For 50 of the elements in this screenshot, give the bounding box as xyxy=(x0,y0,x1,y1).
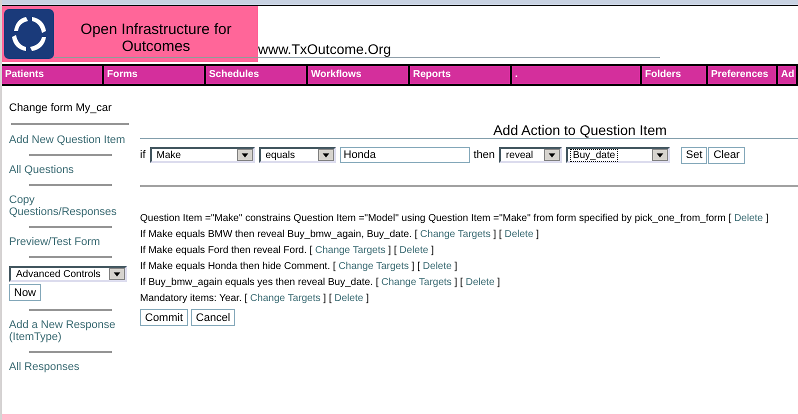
form-button[interactable]: Commit xyxy=(140,309,188,326)
nav-tab[interactable]: Reports xyxy=(410,66,510,84)
then-label: then xyxy=(474,149,495,161)
rule-link[interactable]: Delete xyxy=(422,261,452,272)
form-button[interactable]: Cancel xyxy=(190,309,236,326)
site-title: Open Infrastructure for Outcomes xyxy=(54,20,258,58)
rule-text: If Make equals Honda then hide Comment. [ Change Targets ] [ Delete ] xyxy=(140,260,458,274)
rule-link[interactable]: Delete xyxy=(466,277,494,288)
sidebar-link[interactable]: Add New Question Item xyxy=(9,134,132,146)
form-heading: Change form My_car xyxy=(9,102,113,114)
rule-link[interactable]: Change Targets xyxy=(315,245,386,256)
sidebar-link[interactable]: Preview/Test Form xyxy=(9,236,132,248)
rule-link[interactable]: Delete xyxy=(334,293,364,304)
nav-tab[interactable]: Ad xyxy=(778,66,796,84)
rule-link[interactable]: Change Targets xyxy=(338,261,409,272)
dropdown[interactable]: Make xyxy=(150,147,254,163)
action-button[interactable]: Clear xyxy=(708,146,745,164)
nav-tab[interactable]: Forms xyxy=(104,66,204,84)
nav-tab[interactable]: Workflows xyxy=(308,66,408,84)
now-button[interactable]: Now xyxy=(9,284,42,301)
rule-link[interactable]: Delete xyxy=(399,245,428,256)
dropdown[interactable]: equals xyxy=(258,147,336,163)
if-label: if xyxy=(140,149,146,161)
rule-link[interactable]: Change Targets xyxy=(250,293,320,304)
dropdown[interactable]: reveal xyxy=(498,147,562,163)
nav-tab[interactable]: . xyxy=(512,66,640,84)
value-input[interactable]: Honda xyxy=(340,147,470,163)
nav-tab[interactable]: Preferences xyxy=(708,66,776,84)
rule-link[interactable]: Delete xyxy=(734,213,763,224)
rule-link[interactable]: Delete xyxy=(504,229,534,240)
dropdown[interactable]: Buy_date xyxy=(566,147,670,163)
rule-text: Question Item ="Make" constrains Question Item ="Model" using Question Item ="Make" from form specified by pick_one_from_form [ Delete ] xyxy=(140,212,770,226)
section-title: Add Action to Question Item xyxy=(492,122,668,138)
sidebar-link[interactable]: Add a New Response (ItemType) xyxy=(9,319,132,343)
dropdown[interactable]: Advanced Controls xyxy=(9,266,127,282)
sidebar-link[interactable]: All Questions xyxy=(9,164,132,176)
nav-tab[interactable]: Folders xyxy=(642,66,706,84)
site-url: www.TxOutcome.Org xyxy=(258,41,660,58)
logo-icon xyxy=(4,9,54,59)
sidebar-link[interactable]: All Responses xyxy=(9,361,132,373)
rule-link[interactable]: Change Targets xyxy=(381,277,452,288)
rule-text: If Make equals BMW then reveal Buy_bmw_again, Buy_date. [ Change Targets ] [ Delete ] xyxy=(140,228,540,242)
action-button[interactable]: Set xyxy=(680,146,708,164)
sidebar-link[interactable]: Copy Questions/Responses xyxy=(9,194,132,218)
rule-text: If Make equals Ford then reveal Ford. [ Change Targets ] [ Delete ] xyxy=(140,244,435,258)
rule-link[interactable]: Change Targets xyxy=(420,229,491,240)
nav-tab[interactable]: Schedules xyxy=(206,66,306,84)
rule-text: If Buy_bmw_again equals yes then reveal Buy_date. [ Change Targets ] [ Delete ] xyxy=(140,276,502,290)
rule-text: Mandatory items: Year. [ Change Targets ] [ Delete ] xyxy=(140,292,370,306)
nav-tab[interactable]: Patients xyxy=(2,66,102,84)
